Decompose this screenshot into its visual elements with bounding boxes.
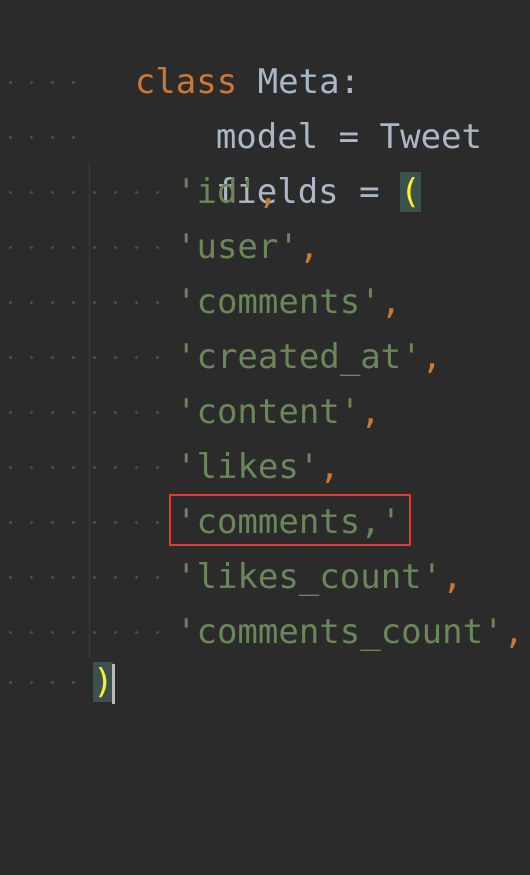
comma: , <box>298 227 320 267</box>
matched-open-paren: ( <box>400 172 421 212</box>
field-string: 'comments' <box>176 282 381 322</box>
code-line-field-item[interactable]: 'comments_count', <box>0 605 524 660</box>
comma: , <box>503 612 524 652</box>
code-line-close-paren[interactable]: ) <box>0 655 114 710</box>
whitespace-dots <box>0 330 168 385</box>
field-string: 'comments_count' <box>176 612 504 652</box>
whitespace-dots <box>0 165 168 220</box>
comma: , <box>319 447 340 487</box>
text-caret <box>112 664 115 704</box>
field-string: 'likes_count' <box>176 557 443 597</box>
assign-operator: = <box>359 172 380 212</box>
code-line-fields[interactable]: fields = ( <box>0 110 421 212</box>
whitespace-dots <box>0 655 84 710</box>
code-line-field-item[interactable]: 'likes_count', <box>0 550 463 605</box>
code-line-class[interactable]: class Meta: <box>0 0 360 102</box>
code-line-field-item-highlighted[interactable]: 'comments,' <box>0 495 401 550</box>
annotation-highlight-box <box>169 494 411 546</box>
code-line-field-item[interactable]: 'comments', <box>0 275 401 330</box>
whitespace-dots <box>0 55 84 110</box>
whitespace-dots <box>0 275 168 330</box>
field-string: 'content' <box>176 392 361 432</box>
code-line-field-item[interactable]: 'user', <box>0 220 319 275</box>
code-editor[interactable]: class Meta: model = Tweet fields = ( 'id… <box>0 0 530 710</box>
comma: , <box>360 392 381 432</box>
whitespace-dots <box>0 220 168 275</box>
comma: , <box>257 172 279 212</box>
code-line-field-item[interactable]: 'id', <box>0 165 278 220</box>
field-string: 'id' <box>176 172 258 212</box>
code-line-field-item[interactable]: 'content', <box>0 385 381 440</box>
comma: , <box>421 337 443 377</box>
whitespace-dots <box>0 550 168 605</box>
whitespace-dots <box>0 110 84 165</box>
matched-close-paren: ) <box>93 662 114 702</box>
code-line-model[interactable]: model = Tweet <box>0 55 482 157</box>
whitespace-dots <box>0 385 168 440</box>
field-string: 'likes' <box>176 447 320 487</box>
code-line-field-item[interactable]: 'likes', <box>0 440 340 495</box>
whitespace-dots <box>0 605 168 660</box>
field-string: 'created_at' <box>176 337 422 377</box>
comma: , <box>380 282 402 322</box>
code-line-field-item[interactable]: 'created_at', <box>0 330 442 385</box>
whitespace-dots <box>0 440 168 495</box>
whitespace-dots <box>0 495 168 550</box>
comma: , <box>442 557 463 597</box>
field-string: 'user' <box>176 227 299 267</box>
